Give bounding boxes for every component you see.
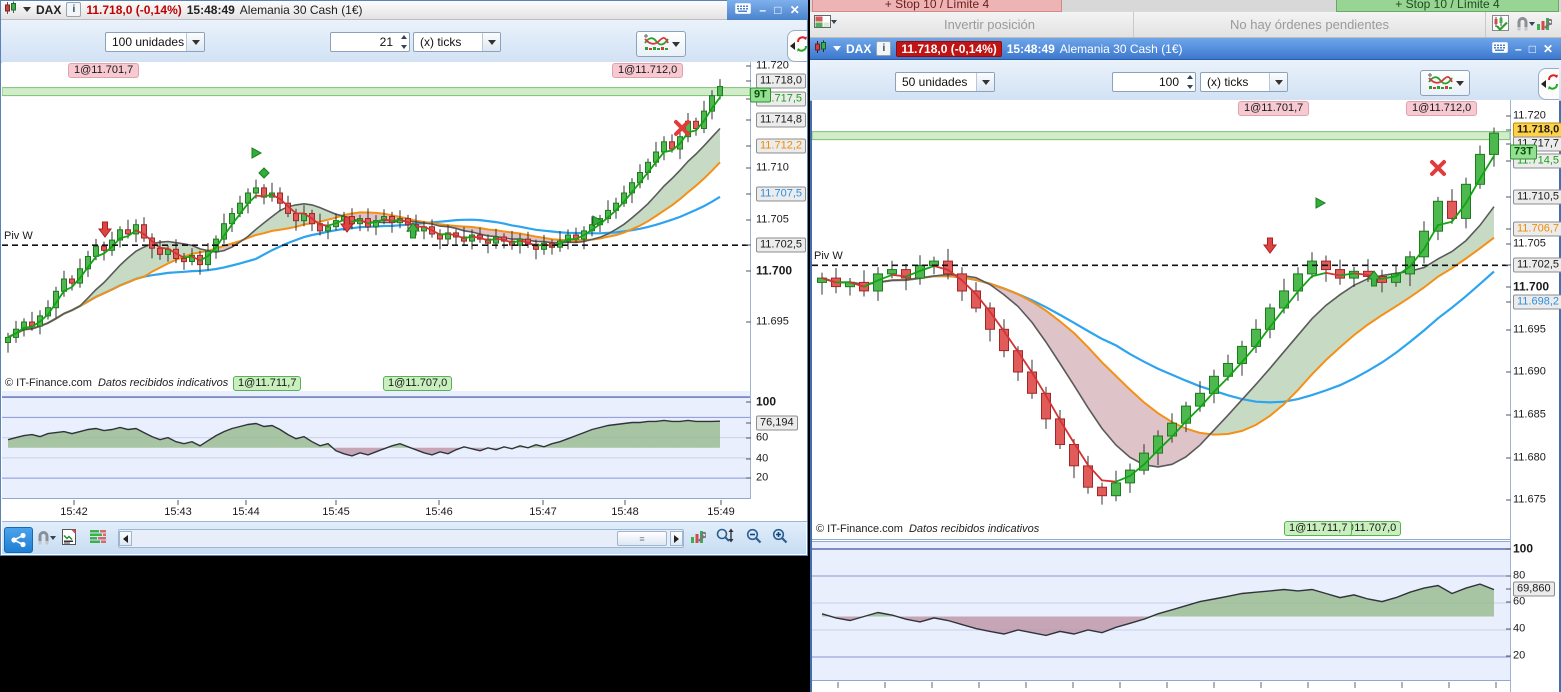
chart-style-icon bbox=[1427, 72, 1453, 95]
market-depth-button[interactable] bbox=[90, 530, 106, 549]
order-buttons-row: + Stop 10 / Límite 4 + Stop 10 / Límite … bbox=[810, 0, 1561, 12]
zoom-in-icon bbox=[772, 528, 788, 544]
share-button[interactable] bbox=[4, 527, 33, 553]
units-select[interactable]: 50 unidades bbox=[895, 72, 995, 92]
zoom-out-icon bbox=[746, 528, 762, 544]
report-icon bbox=[62, 529, 76, 545]
depth-bars-icon bbox=[90, 530, 106, 543]
order-status-row: Invertir posición No hay órdenes pendien… bbox=[810, 12, 1561, 38]
zoom-fit-icon bbox=[716, 528, 734, 543]
interval-value: 100 bbox=[1158, 75, 1179, 89]
magnet-icon bbox=[38, 531, 49, 545]
right-price-chart-area[interactable] bbox=[812, 100, 1510, 540]
invert-position-button[interactable]: Invertir posición bbox=[846, 12, 1134, 37]
time-scrollbar[interactable]: ≡ bbox=[118, 529, 684, 548]
close-button[interactable]: ✕ bbox=[790, 3, 800, 17]
wrench-chart-icon bbox=[1537, 18, 1554, 30]
minimize-button[interactable]: – bbox=[1515, 42, 1522, 56]
magnet-icon bbox=[1517, 17, 1528, 31]
collapse-arrow-icon bbox=[1541, 80, 1546, 88]
magnet-tool-button[interactable] bbox=[1516, 16, 1535, 31]
right-oscillator-area[interactable] bbox=[812, 541, 1510, 681]
data-provider-note: © IT-Finance.com Datos recibidos indicati… bbox=[5, 377, 228, 389]
chevron-down-icon[interactable] bbox=[1455, 80, 1464, 86]
instrument-name: Alemania 30 Cash (1€) bbox=[1059, 41, 1183, 56]
chart-style-button[interactable] bbox=[1420, 70, 1470, 96]
zoom-fit-button[interactable] bbox=[715, 527, 735, 549]
pending-orders-status: No hay órdenes pendientes bbox=[1134, 12, 1486, 37]
magnet-tool-button[interactable] bbox=[37, 530, 56, 545]
copyright-text: © IT-Finance.com bbox=[816, 523, 903, 535]
info-icon[interactable]: i bbox=[876, 41, 892, 56]
units-value: 50 unidades bbox=[902, 75, 968, 89]
interval-unit-select[interactable]: (x) ticks bbox=[1200, 72, 1288, 92]
share-icon bbox=[10, 532, 26, 548]
candles-icon bbox=[814, 40, 828, 57]
settings-wrench-button[interactable] bbox=[690, 528, 708, 549]
settings-wrench-button[interactable] bbox=[1536, 15, 1554, 36]
last-quote: 11.718,0 (-0,14%) bbox=[896, 40, 1002, 57]
close-button[interactable]: ✕ bbox=[1543, 42, 1553, 56]
scroll-right-arrow[interactable] bbox=[670, 531, 683, 546]
grid-icon bbox=[814, 15, 831, 28]
maximize-button[interactable]: □ bbox=[774, 3, 781, 17]
minimize-button[interactable]: – bbox=[759, 3, 766, 17]
chevron-down-icon[interactable] bbox=[1269, 73, 1287, 91]
symbol-name: DAX bbox=[846, 41, 872, 56]
reverse-position-icon bbox=[1547, 72, 1559, 97]
keyboard-icon[interactable] bbox=[1492, 41, 1508, 56]
data-provider-note: © IT-Finance.com Datos recibidos indicati… bbox=[816, 523, 1039, 535]
indicative-data-text: Datos recibidos indicativos bbox=[908, 523, 1040, 535]
layout-grid-button[interactable] bbox=[814, 15, 837, 28]
sell-stop-limit-button[interactable]: + Stop 10 / Límite 4 bbox=[812, 0, 1062, 12]
zoom-out-button[interactable] bbox=[746, 528, 762, 549]
scroll-left-arrow[interactable] bbox=[119, 531, 132, 546]
buy-stop-limit-button[interactable]: + Stop 10 / Límite 4 bbox=[1336, 0, 1559, 12]
interval-stepper[interactable]: 100 bbox=[1112, 72, 1196, 92]
zoom-in-button[interactable] bbox=[772, 528, 788, 549]
left-window-frame bbox=[0, 0, 808, 556]
right-window-controls: – □ ✕ bbox=[1492, 41, 1557, 56]
copyright-text: © IT-Finance.com bbox=[5, 377, 92, 389]
right-titlebar[interactable]: DAX i 11.718,0 (-0,14%) 15:48:49 Alemani… bbox=[810, 38, 1561, 60]
stepper-arrows[interactable] bbox=[1187, 75, 1193, 89]
left-window-controls: – □ ✕ bbox=[727, 0, 808, 20]
maximize-button[interactable]: □ bbox=[1529, 42, 1536, 56]
panel-collapse-handle[interactable] bbox=[1538, 68, 1559, 100]
keyboard-icon[interactable] bbox=[735, 1, 752, 19]
right-time-axis bbox=[812, 681, 1510, 692]
chevron-down-icon bbox=[50, 535, 56, 540]
scrollbar-thumb[interactable]: ≡ bbox=[617, 531, 667, 546]
indicative-data-text: Datos recibidos indicativos bbox=[97, 377, 229, 389]
right-price-axis bbox=[1510, 100, 1559, 692]
chevron-down-icon bbox=[1529, 21, 1535, 26]
symbol-dropdown-icon[interactable] bbox=[833, 46, 841, 51]
quote-time: 15:48:49 bbox=[1006, 41, 1055, 56]
interval-unit-value: (x) ticks bbox=[1207, 75, 1249, 89]
order-confirm-button[interactable] bbox=[1492, 15, 1509, 36]
candle-check-icon bbox=[1492, 15, 1509, 32]
wrench-chart-icon bbox=[691, 531, 708, 543]
chevron-down-icon[interactable] bbox=[976, 73, 994, 91]
report-button[interactable] bbox=[62, 529, 76, 550]
chevron-down-icon bbox=[831, 19, 837, 24]
